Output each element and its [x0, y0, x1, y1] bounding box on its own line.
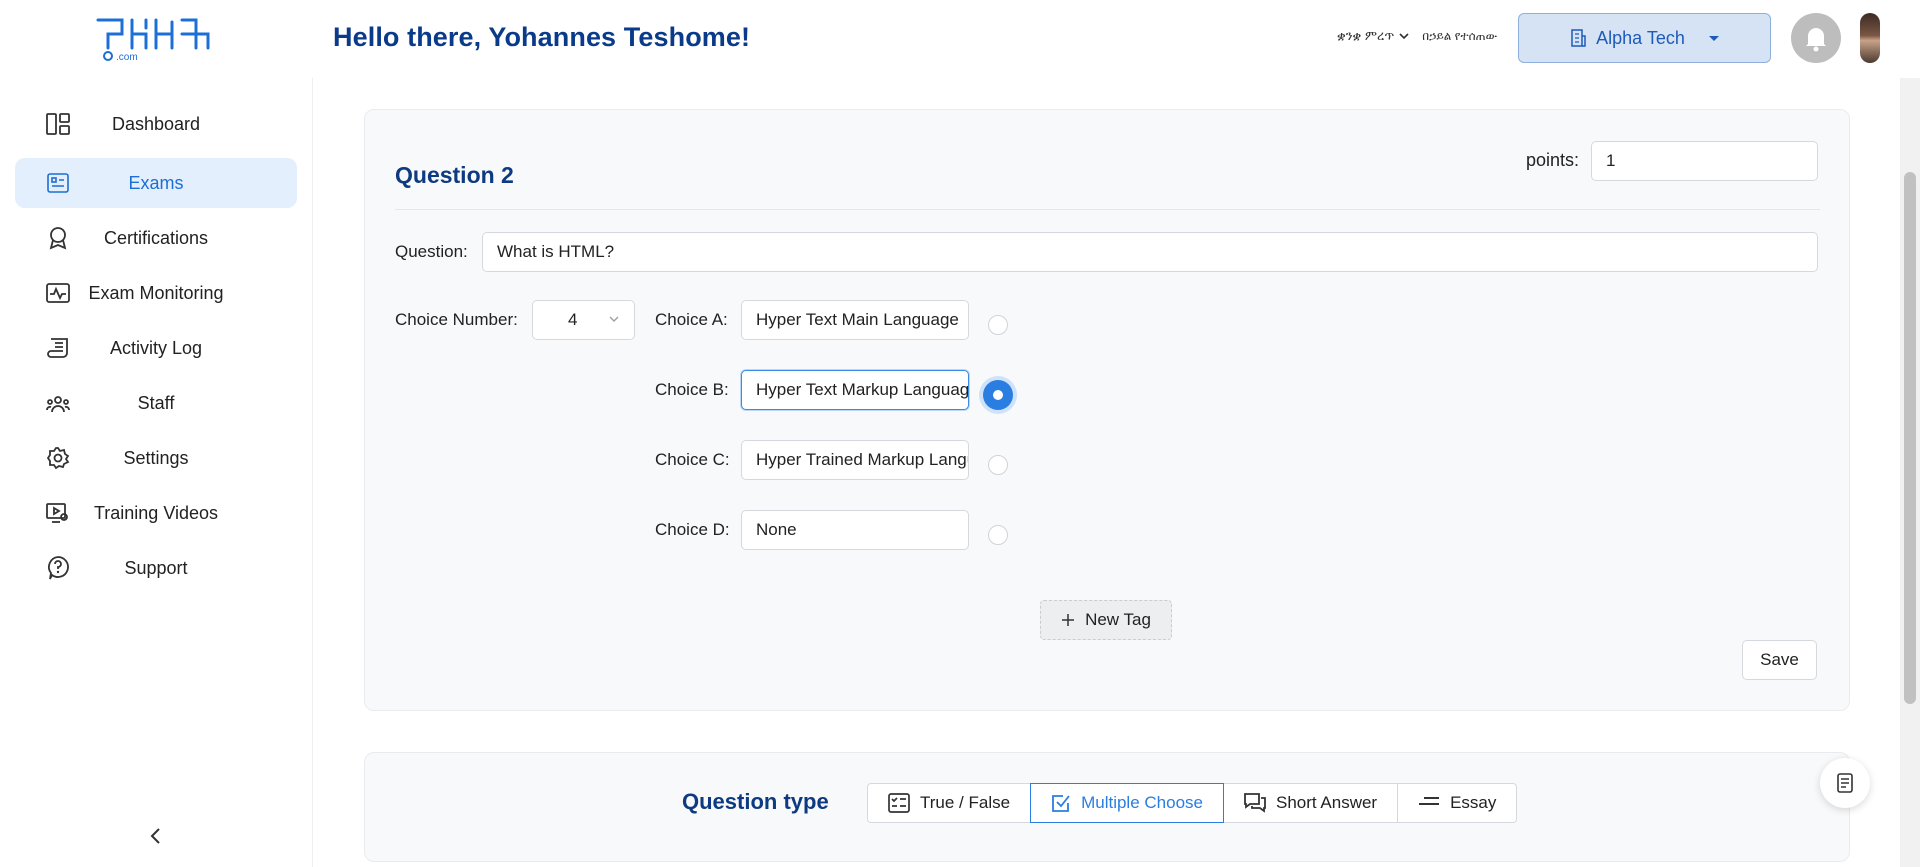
tab-label: True / False: [920, 793, 1011, 812]
chevron-down-icon: [609, 316, 619, 322]
question-input[interactable]: What is HTML?: [482, 232, 1818, 272]
points-label: points:: [1526, 150, 1580, 170]
tab-true-false[interactable]: True / False: [867, 783, 1032, 823]
sidebar-item-label: Settings: [123, 447, 189, 468]
bell-icon: [1806, 28, 1826, 52]
question-type-label: Question type: [682, 789, 829, 814]
sidebar-item-label: Exam Monitoring: [88, 282, 224, 303]
sidebar-item-label: Activity Log: [109, 337, 203, 358]
scrollbar-thumb[interactable]: [1904, 172, 1916, 704]
top-header: .com Hello there, Yohannes Teshome! ቋንቋ …: [0, 0, 1920, 78]
sidebar-item-support[interactable]: Support: [15, 543, 297, 593]
user-avatar[interactable]: [1860, 13, 1880, 63]
company-logo[interactable]: .com: [94, 14, 220, 64]
choice-d-correct-radio[interactable]: [988, 525, 1008, 545]
sidebar-item-label: Staff: [137, 392, 175, 413]
collapse-sidebar-icon[interactable]: [146, 826, 166, 846]
choice-a-label: Choice A:: [655, 310, 728, 329]
choice-b-input[interactable]: Hyper Text Markup Language: [741, 370, 969, 410]
divider: [395, 209, 1820, 210]
chat-icon: [1244, 793, 1266, 813]
main-content: Question 2 points: 1 Question: What is H…: [313, 78, 1900, 867]
tab-label: Short Answer: [1275, 793, 1378, 812]
text-lines-icon: [1419, 797, 1440, 805]
choice-d-label: Choice D:: [655, 520, 730, 539]
new-tag-label: New Tag: [1085, 610, 1151, 629]
document-icon: [1837, 773, 1853, 793]
choice-number-value: 4: [568, 310, 578, 329]
choice-number-select[interactable]: 4: [532, 300, 635, 340]
question-title: Question 2: [395, 162, 514, 188]
choice-number-label: Choice Number:: [395, 310, 518, 329]
sidebar-item-activity-log[interactable]: Activity Log: [15, 323, 297, 373]
choice-c-correct-radio[interactable]: [988, 455, 1008, 475]
choice-a-input[interactable]: Hyper Text Main Language: [741, 300, 969, 340]
language-label: ቋንቋ ምረጥ: [1337, 28, 1395, 43]
points-input[interactable]: 1: [1591, 141, 1818, 181]
sidebar-item-label: Certifications: [103, 227, 209, 248]
checkbox-icon: [1052, 795, 1070, 812]
sidebar-item-exam-monitoring[interactable]: Exam Monitoring: [15, 268, 297, 318]
tab-essay[interactable]: Essay: [1397, 783, 1518, 823]
plus-icon: [1062, 614, 1075, 626]
tab-label: Essay: [1450, 793, 1497, 812]
choice-d-input[interactable]: None: [741, 510, 969, 550]
language-selector[interactable]: ቋንቋ ምረጥ በኃይል የተሰጠው: [1337, 28, 1497, 44]
choice-b-correct-radio[interactable]: [983, 380, 1013, 410]
company-name: Alpha Tech: [1596, 27, 1685, 48]
choice-a-correct-radio[interactable]: [988, 315, 1008, 335]
sidebar-item-label: Training Videos: [93, 502, 219, 523]
tab-label: Multiple Choose: [1081, 793, 1203, 812]
faq-link[interactable]: በኃይል የተሰጠው: [1422, 29, 1497, 44]
save-button[interactable]: Save: [1742, 640, 1817, 680]
sidebar-item-certifications[interactable]: Certifications: [15, 213, 297, 263]
floating-notes-button[interactable]: [1820, 758, 1870, 808]
tab-multiple-choose[interactable]: Multiple Choose: [1030, 783, 1224, 823]
sidebar-item-label: Dashboard: [111, 113, 201, 134]
tab-short-answer[interactable]: Short Answer: [1222, 783, 1399, 823]
building-icon: [1571, 29, 1586, 47]
choice-b-label: Choice B:: [655, 380, 729, 399]
sidebar-item-exams[interactable]: Exams: [15, 158, 297, 208]
question-card: Question 2 points: 1 Question: What is H…: [364, 109, 1850, 711]
svg-text:.com: .com: [116, 52, 138, 63]
sidebar-item-dashboard[interactable]: Dashboard: [15, 99, 297, 149]
choice-c-input[interactable]: Hyper Trained Markup Language: [741, 440, 969, 480]
sidebar-item-training-videos[interactable]: Training Videos: [15, 488, 297, 538]
company-dropdown-button[interactable]: Alpha Tech: [1518, 13, 1771, 63]
notifications-button[interactable]: [1791, 13, 1841, 63]
caret-down-icon: [1708, 35, 1719, 41]
sidebar-item-staff[interactable]: Staff: [15, 378, 297, 428]
question-type-card: Question type True / False Multiple Choo…: [364, 752, 1850, 862]
question-label: Question:: [395, 242, 468, 261]
chevron-down-icon: [1399, 33, 1409, 40]
sidebar-item-settings[interactable]: Settings: [15, 433, 297, 483]
sidebar: Dashboard Exams Certifications Exam Moni…: [0, 78, 313, 867]
sidebar-item-label: Support: [124, 557, 188, 578]
sidebar-item-label: Exams: [128, 172, 184, 193]
new-tag-button[interactable]: New Tag: [1040, 600, 1172, 640]
true-false-icon: [888, 793, 910, 813]
greeting-text: Hello there, Yohannes Teshome!: [333, 22, 751, 52]
question-type-tabs: True / False Multiple Choose Short Answe…: [867, 783, 1518, 823]
choice-c-label: Choice C:: [655, 450, 730, 469]
